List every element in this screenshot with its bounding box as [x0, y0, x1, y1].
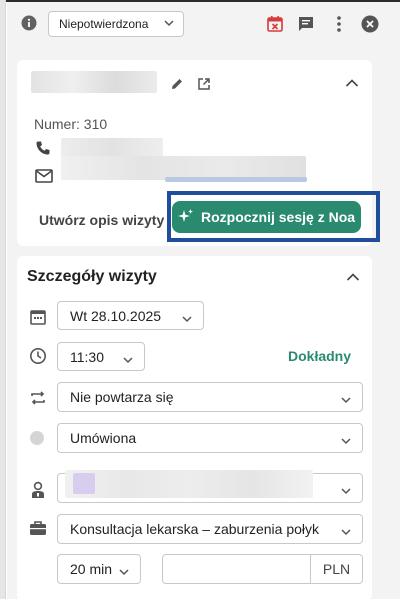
close-icon[interactable]: [360, 14, 380, 34]
chevron-down-icon: [340, 392, 352, 408]
chat-icon[interactable]: [296, 14, 316, 34]
repeat-value: Nie powtarza się: [70, 389, 174, 405]
doctor-avatar-redacted: [73, 473, 95, 494]
clock-icon: [29, 347, 47, 370]
chevron-down-icon: [340, 483, 352, 499]
price-input[interactable]: PLN: [162, 554, 363, 584]
visit-details-card: Szczegóły wizyty Wt 28.10.2025 11:30 Dok…: [17, 256, 372, 599]
currency-label: PLN: [310, 555, 362, 583]
chevron-down-icon: [181, 311, 193, 327]
service-select[interactable]: Konsultacja lekarska – zaburzenia połyk: [57, 514, 363, 544]
sparkle-icon: [178, 208, 194, 227]
info-icon[interactable]: [20, 14, 38, 32]
calendar-x-icon[interactable]: [265, 14, 285, 34]
chevron-up-icon[interactable]: [344, 268, 362, 286]
visit-details-title: Szczegóły wizyty: [27, 268, 157, 285]
status-select[interactable]: Niepotwierdzona: [48, 11, 184, 37]
date-value: Wt 28.10.2025: [70, 307, 162, 324]
duration-select[interactable]: 20 min: [57, 554, 141, 584]
doctor-icon: [30, 481, 46, 504]
exact-time-toggle[interactable]: Dokładny: [288, 348, 351, 364]
left-edge-strip: [0, 0, 6, 599]
date-picker[interactable]: Wt 28.10.2025: [57, 301, 204, 330]
phone-icon: [35, 140, 51, 161]
appointment-panel: Niepotwierdzona Numer: 310 Utwórz opis w…: [7, 2, 400, 599]
email-link-underline: [165, 177, 307, 182]
chevron-down-icon: [118, 564, 130, 580]
calendar-icon: [29, 308, 47, 331]
visit-status-value: Umówiona: [70, 430, 137, 446]
duration-value: 20 min: [70, 561, 113, 577]
patient-name-redacted: [31, 71, 157, 93]
chevron-up-icon[interactable]: [343, 74, 361, 92]
start-noa-session-button[interactable]: Rozpocznij sesję z Noa: [172, 201, 361, 233]
panel-toolbar: Niepotwierdzona: [7, 2, 400, 46]
status-color-dot: [30, 431, 44, 445]
more-vertical-icon[interactable]: [329, 14, 349, 34]
repeat-select[interactable]: Nie powtarza się: [57, 382, 363, 412]
phone-redacted: [61, 138, 163, 158]
chevron-down-icon: [163, 17, 175, 32]
patient-number: Numer: 310: [34, 116, 108, 132]
doctor-name-redacted: [65, 470, 313, 498]
service-value: Konsultacja lekarska – zaburzenia połyk: [70, 521, 320, 537]
briefcase-icon: [29, 520, 47, 541]
time-value: 11:30: [70, 348, 104, 365]
chevron-down-icon: [122, 352, 134, 368]
visit-status-select[interactable]: Umówiona: [57, 423, 363, 453]
repeat-icon: [29, 389, 47, 412]
pencil-icon[interactable]: [168, 75, 186, 93]
start-noa-session-label: Rozpocznij sesję z Noa: [201, 209, 356, 225]
create-description-link[interactable]: Utwórz opis wizyty: [39, 212, 164, 228]
open-in-new-icon[interactable]: [195, 75, 213, 93]
time-picker[interactable]: 11:30: [57, 342, 145, 371]
chevron-down-icon: [340, 524, 352, 540]
status-select-value: Niepotwierdzona: [59, 17, 149, 31]
email-icon: [35, 169, 53, 188]
chevron-down-icon: [340, 433, 352, 449]
